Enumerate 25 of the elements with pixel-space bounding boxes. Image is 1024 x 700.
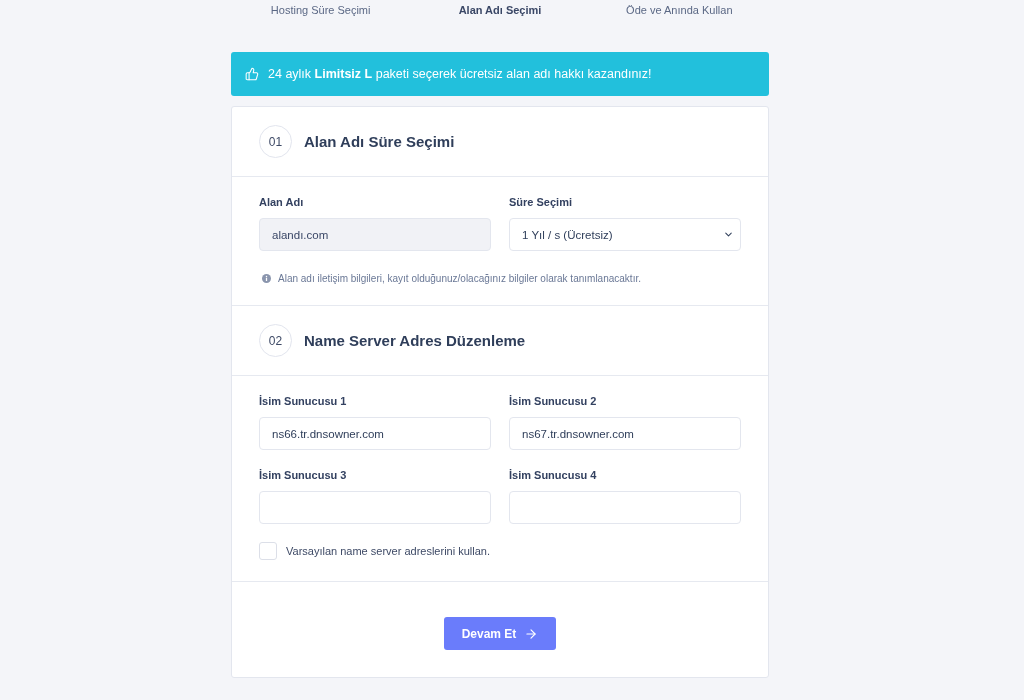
text-input[interactable] (259, 491, 491, 524)
info-note: Alan adı iletişim bilgileri, kayıt olduğunuz/olacağınız bilgiler olarak tanımlanacaktır. (278, 273, 641, 284)
section-title: Name Server Adres Düzenleme (304, 332, 526, 349)
step-tab[interactable]: Hosting Süre Seçimi (270, 3, 371, 17)
text-input[interactable] (509, 491, 741, 524)
field-label: İsim Sunucusu 2 (509, 395, 598, 408)
field-label: Süre Seçimi (509, 196, 573, 209)
field-label: İsim Sunucusu 3 (259, 469, 348, 482)
text-input[interactable]: ns66.tr.dnsowner.com (259, 417, 491, 450)
text-input[interactable]: ns67.tr.dnsowner.com (509, 417, 741, 450)
section-title: Alan Adı Süre Seçimi (304, 133, 455, 150)
field-label: Alan Adı (259, 196, 305, 209)
duration-select[interactable]: 1 Yıl / s (Ücretsiz) (509, 218, 741, 251)
arrow-right-icon (524, 626, 539, 641)
info-icon (262, 274, 271, 283)
thumbs-up-icon (245, 67, 259, 81)
step-tab[interactable]: Alan Adı Seçimi (458, 3, 542, 17)
step-tab[interactable]: Öde ve Anında Kullan (626, 3, 733, 17)
continue-button[interactable]: Devam Et (444, 617, 556, 650)
field-label: İsim Sunucusu 1 (259, 395, 348, 408)
field-label: İsim Sunucusu 4 (509, 469, 598, 482)
banner-text: 24 aylık Limitsiz L paketi seçerek ücretsiz alan adı hakkı kazandınız! (268, 67, 652, 81)
checkbox-label[interactable]: Varsayılan name server adreslerini kullan. (286, 545, 490, 557)
checkbox[interactable] (259, 542, 277, 560)
chevron-down-icon (723, 229, 734, 240)
